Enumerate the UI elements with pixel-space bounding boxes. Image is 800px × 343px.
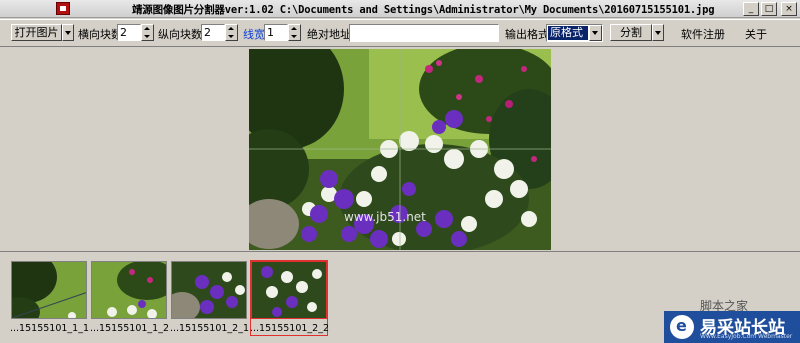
thumbnail-2-1[interactable]: ...15155101_2_1.jpg	[170, 257, 250, 342]
register-menu[interactable]: 软件注册	[681, 26, 725, 42]
thumbnail-1-2[interactable]: ...15155101_1_2.jpg	[90, 257, 170, 342]
split-dropdown[interactable]	[652, 24, 664, 41]
close-button[interactable]: ×	[781, 2, 797, 16]
output-format-value: 原格式	[548, 26, 588, 40]
h-blocks-label: 横向块数	[78, 28, 122, 41]
title-bar: 靖源图像图片分割器ver:1.02 C:\Documents and Setti…	[0, 0, 800, 18]
abs-path-label: 绝对地址	[307, 28, 351, 41]
open-image-dropdown[interactable]	[62, 24, 74, 41]
thumbnail-image	[11, 261, 87, 319]
maximize-button[interactable]: □	[761, 2, 777, 16]
site-subtitle: Www.EasyJob.Com Webmaster	[700, 333, 793, 340]
h-blocks-input[interactable]: 2	[117, 24, 141, 41]
e-logo-icon	[670, 315, 694, 339]
output-format-label: 输出格式	[505, 28, 549, 41]
v-blocks-spinner[interactable]	[225, 24, 238, 41]
v-blocks-label: 纵向块数	[158, 28, 202, 41]
toolbar: 打开图片 横向块数 2 纵向块数 2 线宽 1 绝对地址 输出格式 原格式 分割…	[0, 19, 800, 47]
thumbnail-image	[91, 261, 167, 319]
app-icon	[56, 2, 70, 15]
thumbnail-caption: ...15155101_1_2.jpg	[90, 323, 170, 334]
thumbnail-2-2[interactable]: ...15155101_2_2.jpg	[250, 257, 330, 342]
chevron-down-icon[interactable]	[589, 25, 602, 41]
line-width-spinner[interactable]	[288, 24, 301, 41]
about-menu[interactable]: 关于	[745, 26, 767, 42]
v-blocks-input[interactable]: 2	[201, 24, 225, 41]
line-width-input[interactable]: 1	[264, 24, 288, 41]
open-image-button[interactable]: 打开图片	[11, 24, 62, 41]
thumbnail-1-1[interactable]: ...15155101_1_1.jpg	[10, 257, 90, 342]
watermark-text: www.jb51.net	[344, 210, 426, 224]
preview-area: www.jb51.net	[0, 48, 800, 252]
thumbnail-image	[171, 261, 247, 319]
output-format-select[interactable]: 原格式	[546, 24, 603, 42]
thumbnail-image	[251, 261, 327, 319]
abs-path-input[interactable]	[349, 24, 499, 42]
split-button[interactable]: 分割	[610, 24, 652, 41]
minimize-button[interactable]: _	[743, 2, 759, 16]
thumbnail-caption: ...15155101_2_1.jpg	[170, 323, 250, 334]
window-title: 靖源图像图片分割器ver:1.02 C:\Documents and Setti…	[132, 4, 715, 16]
thumbnail-caption: ...15155101_1_1.jpg	[10, 323, 90, 334]
thumbnail-caption: ...15155101_2_2.jpg	[250, 323, 330, 334]
line-width-label[interactable]: 线宽	[243, 26, 265, 42]
h-blocks-spinner[interactable]	[141, 24, 154, 41]
site-logo: 易采站长站 Www.EasyJob.Com Webmaster	[664, 311, 800, 343]
